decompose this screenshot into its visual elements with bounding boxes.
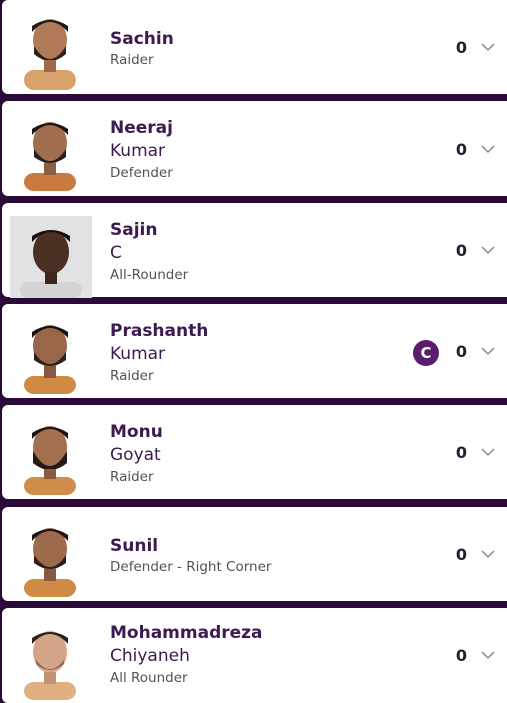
player-avatar — [18, 517, 82, 597]
player-points: 0 — [455, 646, 467, 665]
player-avatar — [18, 415, 82, 495]
player-avatar — [18, 10, 82, 90]
player-first-name: Prashanth — [110, 321, 209, 341]
chevron-down-icon[interactable] — [481, 144, 495, 154]
player-points: 0 — [455, 545, 467, 564]
player-role: All-Rounder — [110, 267, 189, 283]
player-role: Raider — [110, 368, 154, 384]
player-card[interactable]: Mohammadreza Chiyaneh All Rounder 0 — [2, 608, 507, 703]
player-points: 0 — [455, 241, 467, 260]
player-last-name: Kumar — [110, 141, 166, 161]
player-first-name: Monu — [110, 422, 163, 442]
player-role: Raider — [110, 52, 154, 68]
player-role: Defender - Right Corner — [110, 559, 272, 575]
player-points: 0 — [455, 342, 467, 361]
chevron-down-icon[interactable] — [481, 447, 495, 457]
player-avatar — [18, 620, 82, 700]
player-role: All Rounder — [110, 670, 188, 686]
chevron-down-icon[interactable] — [481, 549, 495, 559]
player-role: Raider — [110, 469, 154, 485]
player-points: 0 — [455, 443, 467, 462]
player-card[interactable]: Sajin C All-Rounder 0 — [2, 203, 507, 298]
player-last-name: C — [110, 243, 122, 263]
player-first-name: Sajin — [110, 220, 158, 240]
player-list: Sachin Raider 0 Neeraj Kumar Defender 0 … — [0, 0, 507, 703]
player-last-name: Goyat — [110, 445, 161, 465]
player-first-name: Sunil — [110, 536, 159, 556]
chevron-down-icon[interactable] — [481, 346, 495, 356]
player-avatar — [10, 216, 92, 298]
captain-badge: C — [413, 340, 439, 366]
player-points: 0 — [455, 140, 467, 159]
player-avatar — [18, 111, 82, 191]
chevron-down-icon[interactable] — [481, 42, 495, 52]
player-card[interactable]: Sachin Raider 0 — [2, 0, 507, 94]
player-first-name: Neeraj — [110, 118, 173, 138]
chevron-down-icon[interactable] — [481, 245, 495, 255]
player-points: 0 — [455, 38, 467, 57]
player-card[interactable]: Neeraj Kumar Defender 0 — [2, 101, 507, 196]
player-card[interactable]: Prashanth Kumar Raider C 0 — [2, 304, 507, 398]
player-avatar — [18, 314, 82, 394]
player-card[interactable]: Sunil Defender - Right Corner 0 — [2, 507, 507, 601]
player-role: Defender — [110, 165, 173, 181]
player-card[interactable]: Monu Goyat Raider 0 — [2, 405, 507, 499]
player-last-name: Kumar — [110, 344, 166, 364]
player-first-name: Sachin — [110, 29, 174, 49]
player-last-name: Chiyaneh — [110, 646, 190, 666]
player-first-name: Mohammadreza — [110, 623, 263, 643]
chevron-down-icon[interactable] — [481, 650, 495, 660]
